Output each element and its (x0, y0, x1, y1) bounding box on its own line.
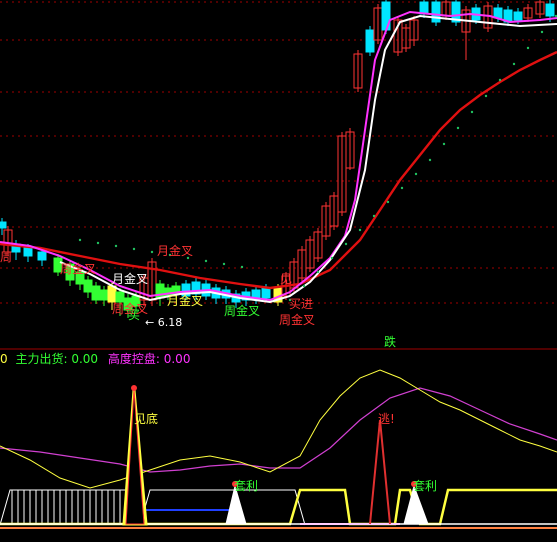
trend-dot (344, 242, 348, 246)
trend-dot (302, 284, 306, 288)
annotation-week-golden-cross-2: 周金叉 (224, 304, 261, 318)
indicator-header: 0 主力出货: 0.00 高度控盘: 0.00 (0, 352, 190, 366)
annotation-buy: 买 (128, 308, 141, 322)
candle-body (261, 287, 271, 299)
annotation-see: 见 (280, 272, 293, 286)
trend-dot (470, 110, 474, 114)
annotation-month-golden-cross-3: 月金叉 (167, 294, 204, 308)
candle-body (431, 1, 441, 23)
moving-average-long (0, 50, 557, 290)
indicator-label-bottom: 见底 (134, 412, 159, 426)
low-price-value: 6.18 (157, 316, 183, 329)
trend-dot (222, 262, 226, 266)
annotation-month-golden-cross-2: 月金叉 (112, 272, 149, 286)
hatch-outline (0, 489, 130, 526)
trend-dot (240, 265, 244, 269)
oscillator-yellow-line (0, 369, 557, 489)
trend-dot (316, 270, 320, 274)
annotation-buy-in: 买进 (289, 297, 314, 311)
trend-dot (330, 256, 334, 260)
trend-dot (400, 186, 404, 190)
candle-body (365, 29, 375, 53)
low-price-marker: ← 6.18 (145, 316, 183, 329)
candle-body (91, 285, 101, 301)
candle-body (107, 285, 117, 303)
spike-escape (369, 419, 391, 525)
annotation-week-golden-cross-1: 周金叉 (60, 262, 97, 276)
oscillator-magenta-line (0, 387, 557, 473)
spike-bottom-dot (131, 385, 137, 391)
candle-body (493, 7, 503, 19)
trend-dot (150, 250, 154, 254)
trend-dot (484, 94, 488, 98)
indicator-high-control: 高度控盘: 0.00 (107, 352, 191, 366)
trend-dot (204, 259, 208, 263)
candle-body (115, 291, 125, 303)
annotation-month-golden-cross-1: 月金叉 (157, 244, 194, 258)
trend-dot (78, 238, 82, 242)
indicator-label-escape: 逃! (378, 412, 395, 426)
trend-dot (428, 158, 432, 162)
trend-dot (512, 62, 516, 66)
trend-dot (386, 200, 390, 204)
trend-dot (526, 46, 530, 50)
trend-dot (372, 214, 376, 218)
candle-body (23, 247, 33, 257)
candle-body (513, 11, 523, 21)
indicator-main-shipment: 主力出货: 0.00 (15, 352, 99, 366)
candle-body (83, 279, 93, 293)
indicator-label-arbitrage-2: 套利 (413, 479, 438, 493)
candle-body (0, 221, 7, 229)
hatch-outline (139, 489, 306, 526)
trend-dot (540, 30, 544, 34)
candle-body (545, 3, 555, 17)
trend-dot (442, 142, 446, 146)
candle-body (99, 289, 109, 301)
trend-dot (498, 78, 502, 82)
indicator-panel[interactable] (0, 369, 557, 529)
trend-dot (414, 172, 418, 176)
trend-dot (114, 244, 118, 248)
signal-spikes (122, 385, 429, 526)
moving-average-short (59, 14, 557, 304)
annotation-week-golden-cross-4: 周金叉 (279, 313, 316, 327)
trend-dot (96, 241, 100, 245)
trend-dot (456, 126, 460, 130)
indicator-label-arbitrage-1: 套利 (234, 479, 259, 493)
hatch-band (0, 489, 306, 526)
candle-body (37, 251, 47, 261)
trend-dot (132, 247, 136, 251)
trend-dot (358, 228, 362, 232)
annotation-fall: 跌 (384, 335, 397, 349)
indicator-header-prefix: 0 (0, 352, 8, 366)
annotation-week: 周 (0, 250, 13, 264)
